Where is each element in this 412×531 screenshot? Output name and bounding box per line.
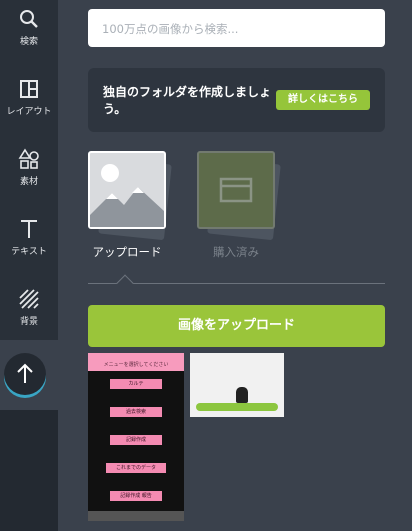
phone-header: メニューを選択してください bbox=[88, 353, 184, 371]
phone-menu-item: これまでのデータ bbox=[106, 463, 166, 473]
phone-footer bbox=[88, 511, 184, 521]
phone-menu-item: カルテ bbox=[110, 379, 162, 389]
text-icon bbox=[21, 220, 37, 238]
sidebar-item-layout[interactable]: レイアウト bbox=[0, 70, 58, 138]
sidebar-item-label: 素材 bbox=[19, 177, 38, 187]
phone-menu-item: 過去検索 bbox=[110, 407, 162, 417]
phone-menu-item: 記録作成 報告 bbox=[110, 491, 162, 501]
sidebar: 検索 レイアウト 素材 テキスト 背景 bbox=[0, 0, 58, 531]
tab-uploads[interactable] bbox=[88, 151, 172, 241]
upload-icon bbox=[17, 363, 33, 383]
sidebar-item-label: テキスト bbox=[11, 247, 47, 257]
sidebar-item-text[interactable]: テキスト bbox=[0, 210, 58, 278]
sidebar-item-label: 背景 bbox=[19, 317, 38, 327]
active-tab-indicator bbox=[116, 274, 134, 292]
tab-purchased[interactable] bbox=[197, 151, 281, 241]
search-input[interactable]: 100万点の画像から検索... bbox=[88, 9, 385, 47]
layout-icon bbox=[20, 80, 38, 98]
sidebar-lower-panel bbox=[0, 410, 58, 531]
uploaded-image-thumbnail[interactable] bbox=[190, 353, 284, 417]
promo-text: 独自のフォルダを作成しましょう。 bbox=[103, 85, 272, 116]
search-placeholder: 100万点の画像から検索... bbox=[102, 22, 239, 36]
upload-nav-button[interactable] bbox=[4, 353, 46, 395]
tab-uploads-label[interactable]: アップロード bbox=[82, 244, 172, 260]
progress-bar bbox=[196, 403, 278, 411]
background-icon bbox=[19, 289, 39, 309]
image-placeholder-icon bbox=[88, 151, 166, 229]
shapes-icon bbox=[18, 148, 39, 169]
folder-promo-card: 独自のフォルダを作成しましょう。 詳しくはこちら bbox=[88, 68, 385, 132]
uploaded-image-thumbnail[interactable]: メニューを選択してください カルテ 過去検索 記録作成 これまでのデータ 記録作… bbox=[88, 353, 184, 521]
upload-image-button[interactable]: 画像をアップロード bbox=[88, 305, 385, 347]
sidebar-item-label: 検索 bbox=[19, 37, 38, 47]
search-icon bbox=[20, 10, 38, 28]
tab-purchased-label[interactable]: 購入済み bbox=[191, 244, 281, 260]
person-figure bbox=[236, 387, 248, 403]
sidebar-item-elements[interactable]: 素材 bbox=[0, 140, 58, 208]
sidebar-item-background[interactable]: 背景 bbox=[0, 280, 58, 348]
learn-more-button[interactable]: 詳しくはこちら bbox=[276, 90, 370, 110]
phone-menu-item: 記録作成 bbox=[110, 435, 162, 445]
sidebar-item-search[interactable]: 検索 bbox=[0, 0, 58, 68]
sidebar-item-label: レイアウト bbox=[6, 107, 52, 117]
purchased-card-icon bbox=[197, 151, 275, 229]
